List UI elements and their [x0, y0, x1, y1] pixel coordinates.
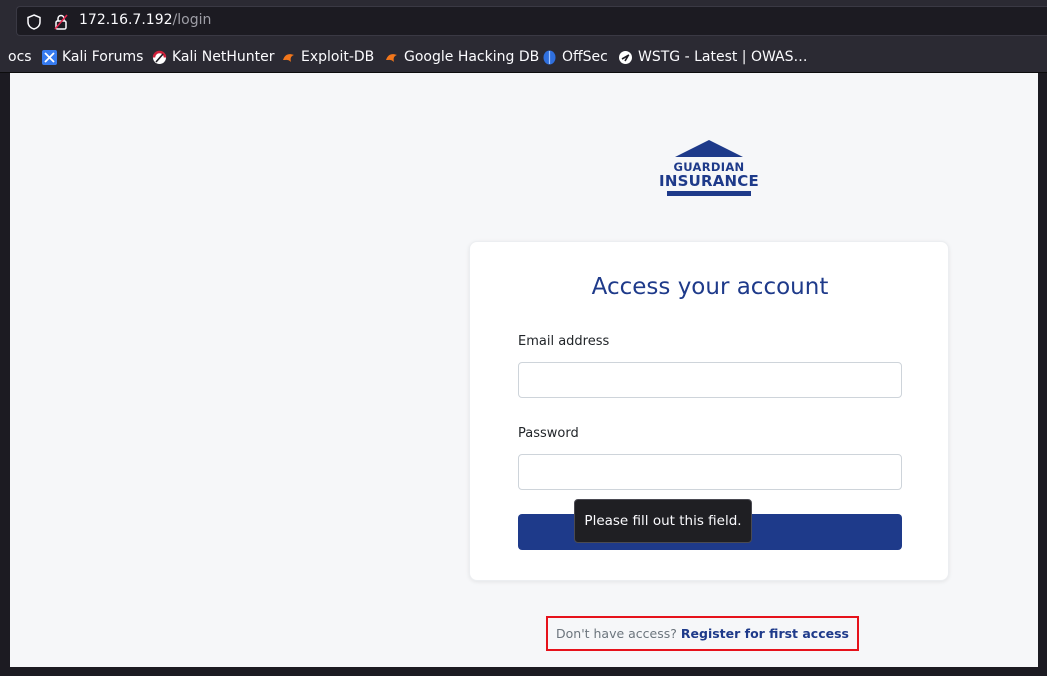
guardian-insurance-logo: GUARDIAN INSURANCE [657, 139, 761, 199]
bookmark-docs[interactable]: ocs [8, 48, 32, 66]
bookmarks-toolbar: ocs Kali Forums Kali NetHunter Exploit-D… [0, 40, 1047, 73]
register-prompt-line: Don't have access? Register for first ac… [548, 626, 857, 641]
bookmark-wstg[interactable]: WSTG - Latest | OWAS… [618, 48, 808, 66]
url-host: 172.16.7.192 [79, 12, 173, 28]
url-text[interactable]: 172.16.7.192/login [79, 12, 211, 28]
kali-forums-icon [42, 49, 57, 65]
bookmark-offsec[interactable]: OffSec [542, 48, 608, 66]
insecure-lock-icon[interactable] [52, 13, 70, 31]
window-gutter-right [1038, 73, 1047, 676]
register-link[interactable]: Register for first access [681, 626, 849, 641]
register-prompt: Don't have access? [556, 626, 677, 641]
exploit-db-icon [283, 53, 294, 62]
password-label: Password [518, 426, 579, 441]
kali-nethunter-icon [152, 50, 167, 64]
shield-icon[interactable] [25, 13, 43, 31]
email-label: Email address [518, 334, 610, 349]
owasp-icon [619, 50, 632, 64]
logo-text-insurance: INSURANCE [659, 172, 759, 190]
url-path: /login [172, 12, 212, 28]
bookmark-label: WSTG - Latest | OWAS… [638, 49, 808, 65]
email-field[interactable] [518, 362, 902, 398]
bookmark-google-hacking-db[interactable]: Google Hacking DB [384, 48, 539, 66]
login-title: Access your account [591, 274, 829, 300]
window-gutter-left [0, 73, 10, 676]
url-bar[interactable]: 172.16.7.192/login [16, 6, 1047, 36]
bookmark-label: Kali NetHunter [172, 49, 275, 65]
browser-toolbar: 172.16.7.192/login [0, 0, 1047, 40]
bookmark-exploit-db[interactable]: Exploit-DB [281, 48, 374, 66]
page-content: GUARDIAN INSURANCE Access your account E… [10, 73, 1038, 667]
bookmark-label: OffSec [562, 49, 608, 65]
password-field[interactable] [518, 454, 902, 490]
bookmark-label: Kali Forums [62, 49, 144, 65]
bookmark-label: Exploit-DB [301, 49, 375, 65]
exploit-db-icon [386, 53, 397, 62]
offsec-icon [543, 50, 556, 64]
window-gutter-bottom [10, 667, 1038, 676]
bookmark-kali-nethunter[interactable]: Kali NetHunter [152, 48, 274, 66]
bookmark-label: Google Hacking DB [404, 49, 540, 65]
bookmark-kali-forums[interactable]: Kali Forums [42, 48, 143, 66]
validation-tooltip: Please fill out this field. [574, 499, 752, 543]
register-highlight-box: Don't have access? Register for first ac… [546, 616, 859, 651]
bookmark-label: ocs [8, 49, 32, 65]
